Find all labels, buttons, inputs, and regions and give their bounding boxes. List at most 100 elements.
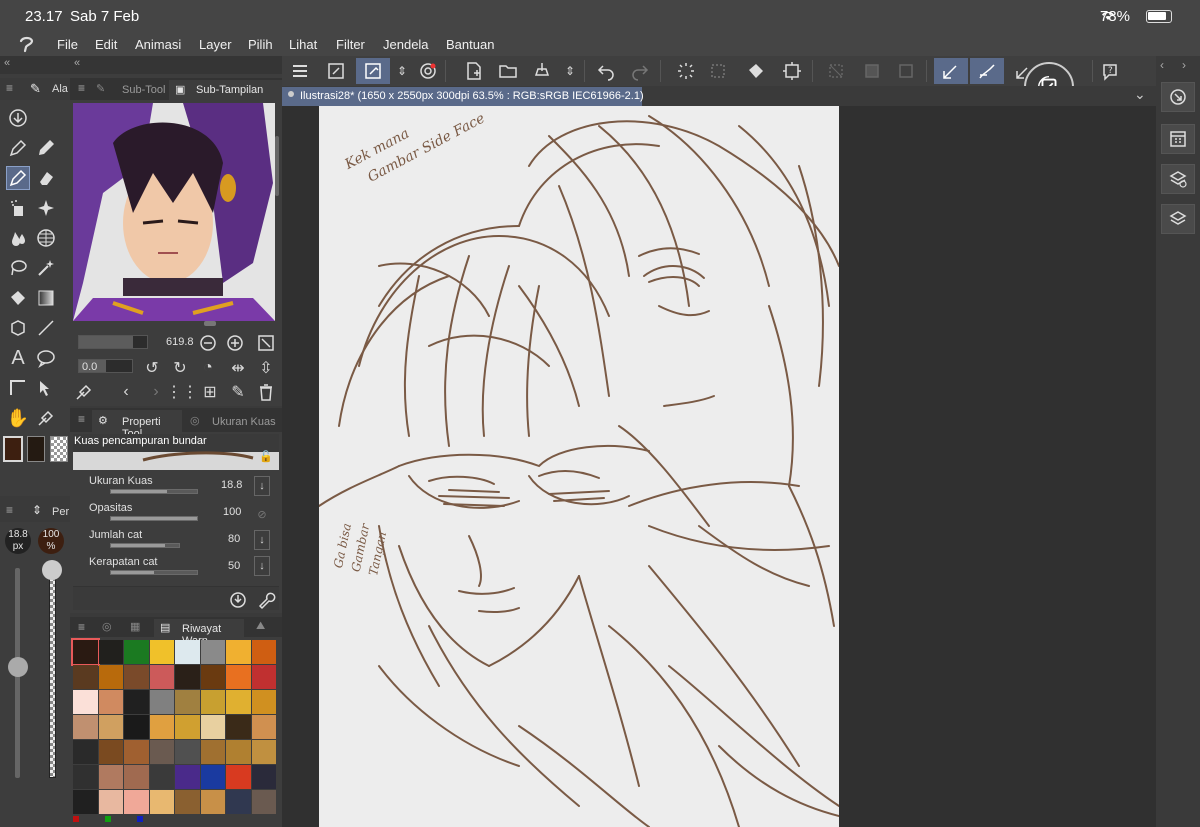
menu-jendela[interactable]: Jendela — [383, 37, 429, 52]
sub-color-swatch[interactable] — [27, 436, 45, 462]
color-swatch[interactable] — [124, 665, 149, 689]
loading-icon[interactable] — [674, 59, 698, 83]
brush-size-slider-handle[interactable] — [8, 657, 28, 677]
main-color-swatch[interactable] — [3, 436, 23, 462]
panel-menu-icon[interactable]: ≡ — [78, 81, 85, 95]
prev-image-icon[interactable]: ‹ — [114, 380, 138, 404]
layer-property-icon[interactable] — [1161, 164, 1195, 194]
brush-quick-tab[interactable]: Per — [52, 506, 69, 518]
color-swatch[interactable] — [200, 715, 225, 739]
color-swatch[interactable] — [124, 715, 149, 739]
collapse-icon[interactable]: « — [4, 57, 10, 69]
edit-image-icon[interactable]: ✎ — [226, 380, 250, 404]
blend-tool-icon[interactable] — [6, 226, 30, 250]
menu-pilih[interactable]: Pilih — [248, 37, 273, 52]
tab-sub-tool[interactable]: Sub-Tool — [122, 84, 165, 96]
color-swatch[interactable] — [73, 690, 98, 714]
color-swatch[interactable] — [226, 765, 251, 789]
airbrush-tool-icon[interactable] — [6, 196, 30, 220]
color-swatch[interactable] — [251, 765, 276, 789]
ruler-grid-icon[interactable] — [34, 226, 58, 250]
subview-scrollbar[interactable] — [275, 136, 279, 196]
chevron-down-icon[interactable]: ⌄ — [1134, 86, 1146, 103]
color-swatch[interactable] — [251, 665, 276, 689]
canvas[interactable]: Kek mana Gambar Side Face Ga bisa Gambar… — [319, 106, 839, 827]
panel-menu-icon[interactable]: ≡ — [78, 412, 85, 426]
grid-view-icon[interactable]: ⋮⋮ — [166, 380, 198, 404]
color-swatch[interactable] — [175, 790, 200, 814]
paint-amount-bar[interactable] — [110, 543, 180, 548]
color-swatch[interactable] — [98, 790, 123, 814]
app-logo-icon[interactable] — [18, 35, 36, 53]
color-swatch[interactable] — [175, 740, 200, 764]
color-swatch[interactable] — [251, 715, 276, 739]
balloon-tool-icon[interactable] — [34, 346, 58, 370]
pen-tool-icon[interactable] — [6, 136, 30, 160]
menu-icon[interactable] — [288, 59, 312, 83]
document-tab[interactable]: Ilustrasi28* (1650 x 2550px 300dpi 63.5%… — [282, 87, 644, 106]
lasso-tool-icon[interactable] — [6, 256, 30, 280]
color-swatch[interactable] — [73, 790, 98, 814]
canvas-area[interactable]: Kek mana Gambar Side Face Ga bisa Gambar… — [282, 106, 1156, 827]
chevron-updown-icon[interactable]: ⇕ — [390, 59, 414, 83]
zoom-in-icon[interactable] — [223, 331, 247, 355]
color-swatch[interactable] — [124, 740, 149, 764]
zoom-slider[interactable] — [78, 335, 148, 349]
color-swatch[interactable] — [226, 665, 251, 689]
collapse-icon[interactable]: « — [74, 57, 80, 69]
chevron-right-icon[interactable]: › — [1182, 58, 1186, 72]
selection-border-icon[interactable] — [894, 59, 918, 83]
snap-ruler-icon[interactable] — [934, 58, 968, 84]
menu-edit[interactable]: Edit — [95, 37, 117, 52]
color-swatch[interactable] — [175, 765, 200, 789]
color-swatch[interactable] — [149, 715, 174, 739]
color-swatch[interactable] — [200, 640, 225, 664]
color-swatch[interactable] — [98, 690, 123, 714]
wrench-icon[interactable] — [254, 588, 278, 612]
paint-density-bar[interactable] — [110, 570, 198, 575]
menu-animasi[interactable]: Animasi — [135, 37, 181, 52]
color-swatch[interactable] — [73, 765, 98, 789]
color-swatch[interactable] — [226, 790, 251, 814]
color-swatch[interactable] — [71, 638, 100, 666]
mountain-tab-icon[interactable]: ⛰ — [256, 620, 265, 633]
menu-layer[interactable]: Layer — [199, 37, 232, 52]
open-folder-icon[interactable] — [496, 59, 520, 83]
initial-settings-icon[interactable] — [226, 588, 250, 612]
clear-icon[interactable] — [706, 59, 730, 83]
decoration-tool-icon[interactable] — [34, 196, 58, 220]
color-icon[interactable] — [416, 59, 440, 83]
color-swatch[interactable] — [124, 690, 149, 714]
panel-menu-icon[interactable]: ≡ — [78, 620, 85, 634]
color-swatch[interactable] — [251, 690, 276, 714]
rotate-left-icon[interactable]: ↺ — [140, 356, 164, 380]
zoom-out-icon[interactable] — [196, 331, 220, 355]
color-swatch[interactable] — [200, 790, 225, 814]
pressure-icon[interactable]: ↓ — [254, 476, 270, 496]
color-swatch[interactable] — [251, 740, 276, 764]
color-swatch[interactable] — [149, 640, 174, 664]
figure-tool-icon[interactable] — [6, 316, 30, 340]
color-wheel-tab-icon[interactable]: ◎ — [102, 620, 112, 633]
tool-panel-tab[interactable]: Ala — [52, 83, 68, 95]
pressure-icon[interactable]: ↓ — [254, 530, 270, 550]
rotate-right-icon[interactable]: ↻ — [168, 356, 192, 380]
new-file-icon[interactable] — [462, 59, 486, 83]
color-swatch[interactable] — [124, 765, 149, 789]
eyedropper-tool-icon[interactable] — [34, 406, 58, 430]
color-swatch[interactable] — [73, 740, 98, 764]
line-tool-icon[interactable] — [34, 316, 58, 340]
color-swatch[interactable] — [226, 740, 251, 764]
flip-vertical-icon[interactable]: ⇳ — [254, 356, 278, 380]
pencil-tool-icon[interactable] — [34, 136, 58, 160]
import-image-icon[interactable]: ⊞ — [198, 380, 222, 404]
fill-tool-icon[interactable] — [6, 286, 30, 310]
deselect-icon[interactable] — [824, 59, 848, 83]
chevron-updown-icon[interactable]: ⇕ — [558, 59, 582, 83]
fit-view-icon[interactable] — [254, 331, 278, 355]
color-swatch[interactable] — [73, 715, 98, 739]
menu-bantuan[interactable]: Bantuan — [446, 37, 494, 52]
download-tool-icon[interactable] — [6, 106, 30, 130]
text-tool-icon[interactable]: A — [6, 346, 30, 370]
magic-wand-icon[interactable] — [34, 256, 58, 280]
